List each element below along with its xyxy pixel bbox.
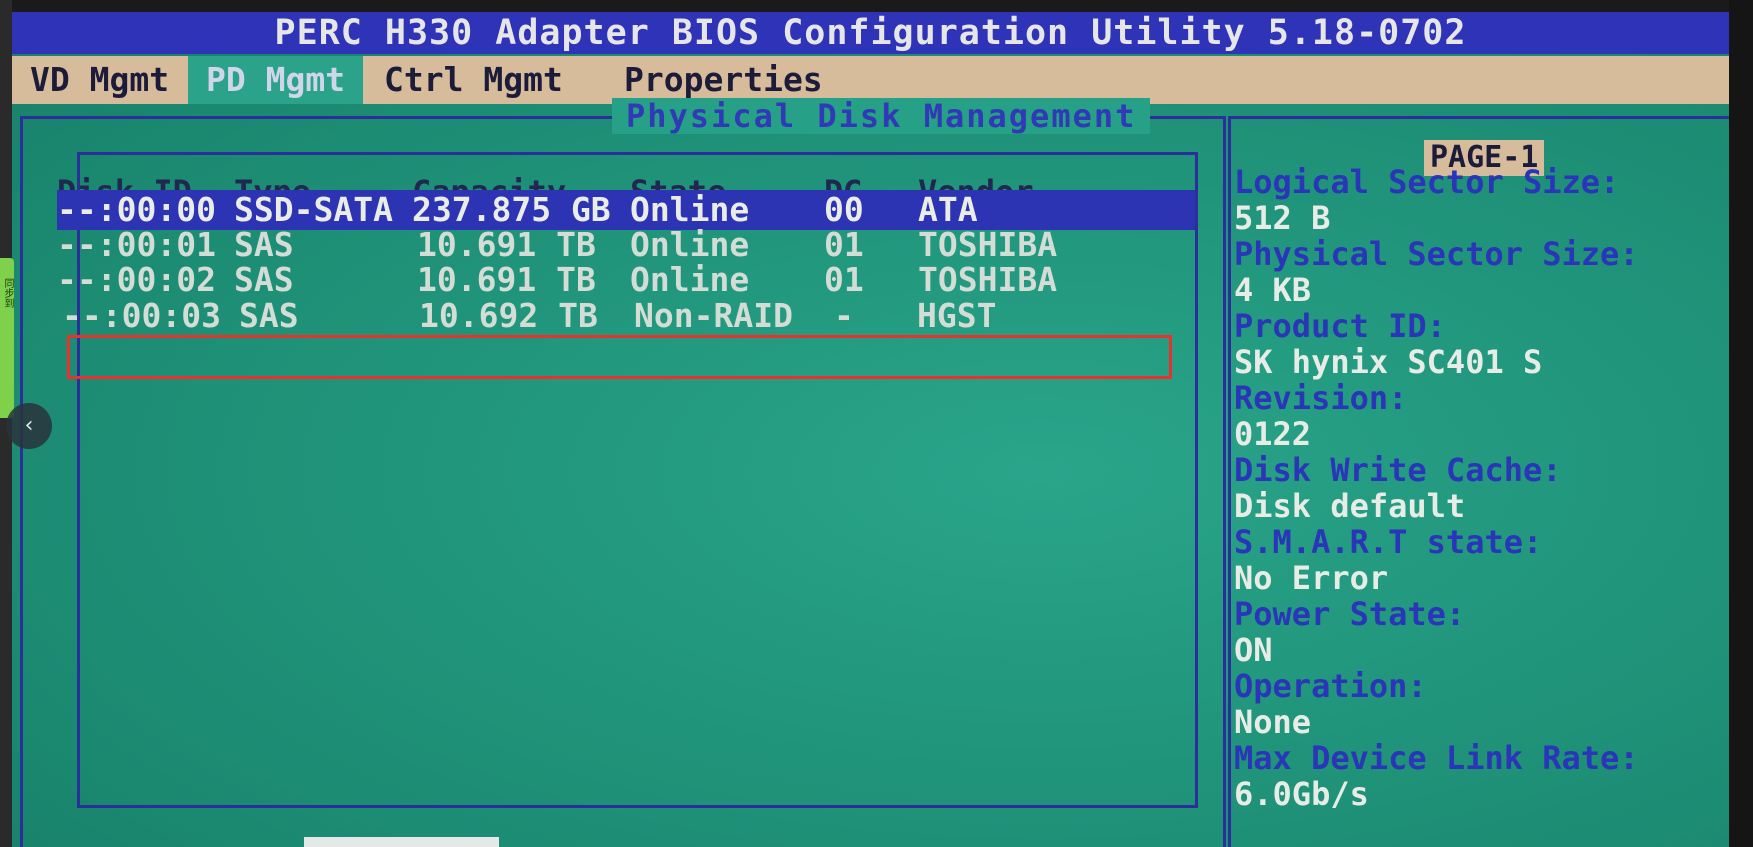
label-disk-write-cache: Disk Write Cache: [1234, 451, 1562, 489]
value-max-device-link-rate: 6.0Gb/s [1234, 775, 1369, 813]
side-tab[interactable]: 同步到 [0, 258, 14, 418]
cell-dg: 00 [824, 190, 864, 229]
menu-pd-mgmt[interactable]: PD Mgmt [188, 56, 364, 104]
cell-state: Online [630, 225, 750, 264]
cell-type: SAS [234, 260, 294, 299]
cell-vendor: HGST [917, 296, 997, 335]
label-max-device-link-rate: Max Device Link Rate: [1234, 739, 1639, 777]
cell-capacity: 10.691 TB [417, 260, 596, 299]
value-product-id: SK hynix SC401 S [1234, 343, 1543, 381]
value-smart-state: No Error [1234, 559, 1389, 597]
label-revision: Revision: [1234, 379, 1408, 417]
value-logical-sector-size: 512 B [1234, 199, 1331, 237]
bios-screen: PERC H330 Adapter BIOS Configuration Uti… [12, 12, 1729, 847]
table-row-disk-03[interactable]: --:00:03 SAS 10.692 TB Non-RAID - HGST [57, 296, 1195, 336]
title-bar: PERC H330 Adapter BIOS Configuration Uti… [12, 12, 1729, 54]
cell-state: Non-RAID [634, 296, 793, 335]
value-power-state: ON [1234, 631, 1273, 669]
label-product-id: Product ID: [1234, 307, 1446, 345]
cell-vendor: TOSHIBA [918, 225, 1058, 264]
cell-state: Online [630, 260, 750, 299]
cell-type: SAS [234, 225, 294, 264]
cell-disk-id: --:00:01 [57, 225, 216, 264]
cell-vendor: ATA [918, 190, 978, 229]
label-operation: Operation: [1234, 667, 1427, 705]
side-tab-label: 同步到 [2, 278, 13, 308]
table-row-disk-01[interactable]: --:00:01 SAS 10.691 TB Online 01 TOSHIBA [57, 225, 1195, 265]
menu-vd-mgmt[interactable]: VD Mgmt [12, 56, 187, 104]
cell-type: SSD-SATA [234, 190, 393, 229]
cell-disk-id: --:00:00 [57, 190, 216, 229]
label-physical-sector-size: Physical Sector Size: [1234, 235, 1639, 273]
table-row-disk-02[interactable]: --:00:02 SAS 10.691 TB Online 01 TOSHIBA [57, 260, 1195, 300]
bottom-button[interactable] [304, 837, 499, 847]
value-revision: 0122 [1234, 415, 1312, 453]
value-operation: None [1234, 703, 1312, 741]
cell-type: SAS [239, 296, 299, 335]
panel-title: Physical Disk Management [612, 98, 1151, 134]
monitor-bezel-right [1729, 0, 1753, 847]
chevron-left-icon[interactable]: ‹ [6, 403, 52, 449]
table-row-disk-00[interactable]: --:00:00 SSD-SATA 237.875 GB Online 00 A… [57, 190, 1195, 230]
cell-state: Online [630, 190, 750, 229]
value-disk-write-cache: Disk default [1234, 487, 1466, 525]
cell-capacity: 237.875 GB [412, 190, 611, 229]
cell-vendor: TOSHIBA [918, 260, 1058, 299]
cell-dg: 01 [824, 225, 864, 264]
cell-dg: 01 [824, 260, 864, 299]
label-smart-state: S.M.A.R.T state: [1234, 523, 1543, 561]
label-power-state: Power State: [1234, 595, 1466, 633]
cell-capacity: 10.691 TB [417, 225, 596, 264]
cell-dg: - [834, 296, 854, 335]
cell-capacity: 10.692 TB [419, 296, 598, 335]
value-physical-sector-size: 4 KB [1234, 271, 1312, 309]
menu-ctrl-mgmt[interactable]: Ctrl Mgmt [366, 56, 581, 104]
label-logical-sector-size: Logical Sector Size: [1234, 163, 1620, 201]
cell-disk-id: --:00:03 [62, 296, 221, 335]
cell-disk-id: --:00:02 [57, 260, 216, 299]
